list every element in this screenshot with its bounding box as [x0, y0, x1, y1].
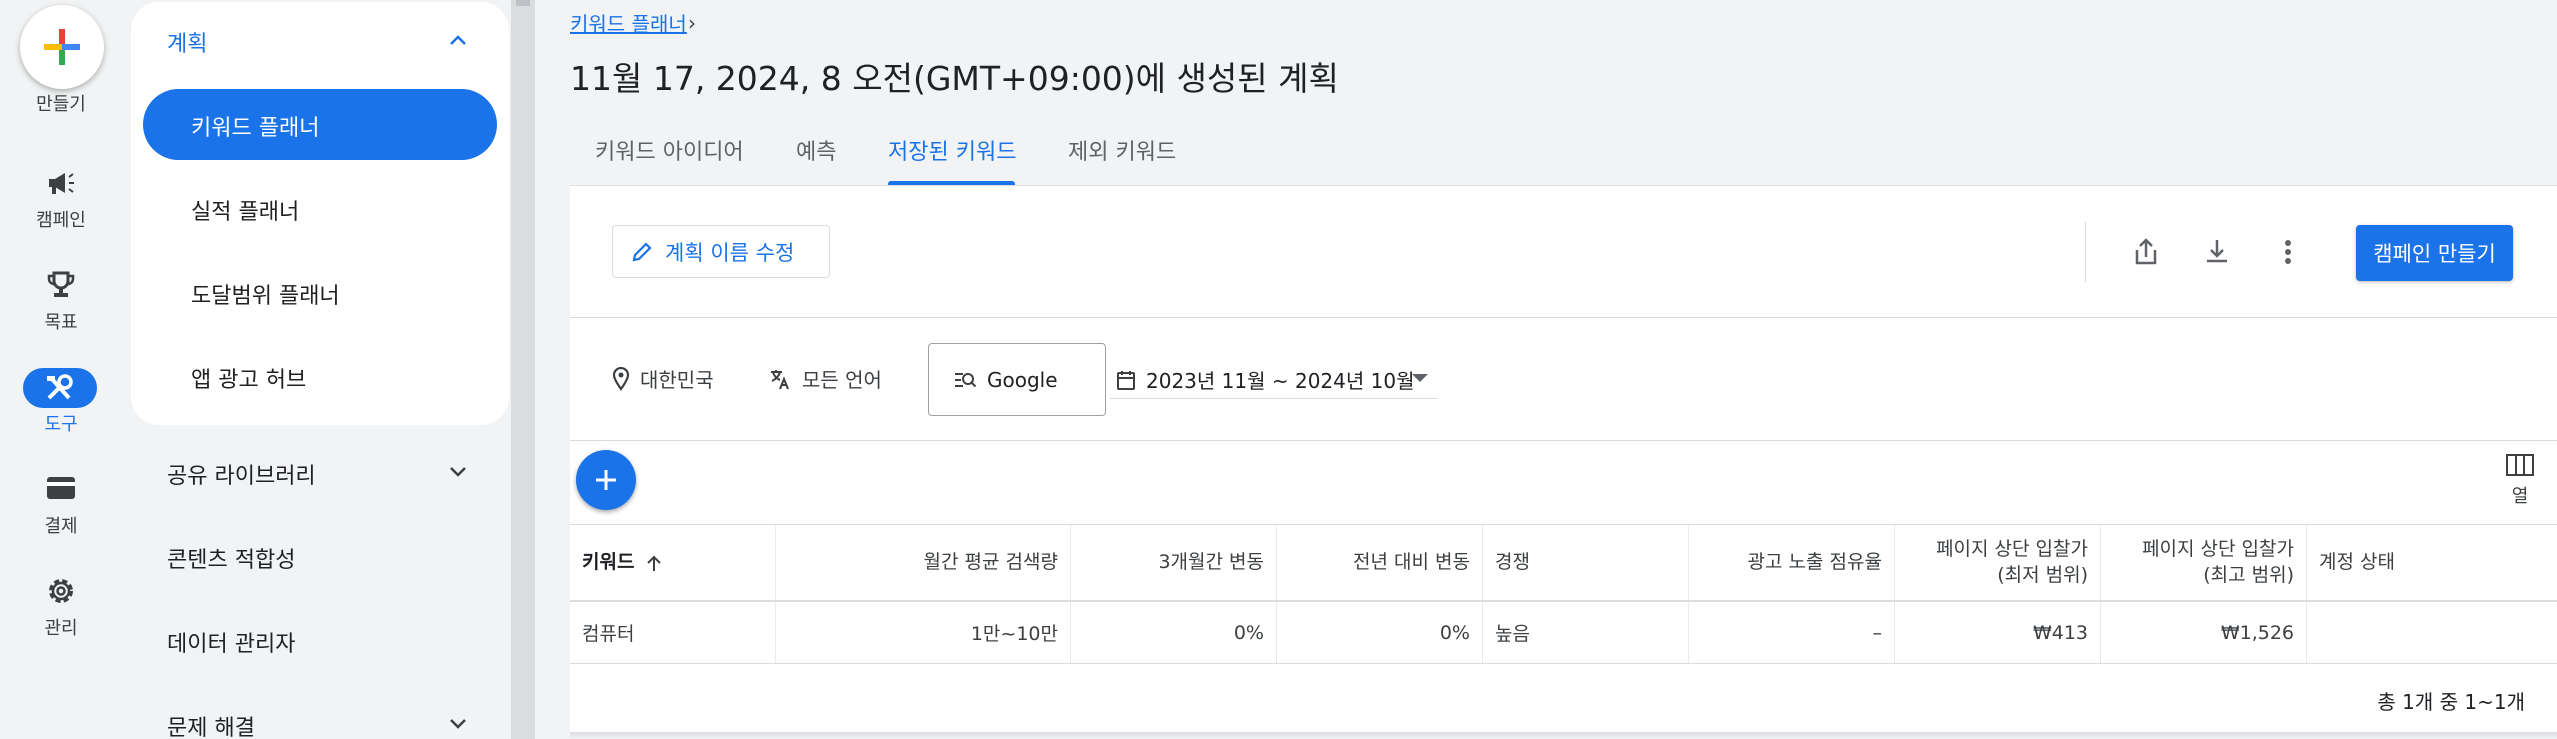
subnav-item-performance-planner[interactable]: 실적 플래너 [191, 194, 299, 226]
chevron-up-icon[interactable] [446, 28, 470, 52]
tab-saved-keywords[interactable]: 저장된 키워드 [888, 134, 1016, 166]
rail-item-tools[interactable]: 도구 [0, 410, 122, 436]
pencil-icon [632, 241, 652, 261]
plus-icon [596, 470, 616, 490]
subnav-section-plan[interactable]: 계획 [167, 26, 207, 58]
header-account-status[interactable]: 계정 상태 [2307, 525, 2557, 600]
search-network-icon [955, 372, 977, 387]
subnav-group-data-manager[interactable]: 데이터 관리자 [167, 626, 295, 658]
search-network-label: Google [987, 367, 1058, 392]
add-keyword-button[interactable] [576, 450, 636, 510]
location-filter[interactable]: 대한민국 [612, 364, 714, 393]
divider [570, 317, 2557, 318]
location-filter-label: 대한민국 [640, 368, 714, 392]
subnav-group-content-suitability[interactable]: 콘텐츠 적합성 [167, 542, 295, 574]
date-range-label: 2023년 11월 ~ 2024년 10월 [1146, 369, 1415, 393]
left-rail: 만들기 캠페인 목표 도구 결제 관리 [0, 0, 122, 739]
create-button[interactable] [20, 5, 104, 89]
plan-panel: 계획 이름 수정 캠페인 만들기 대한민국 모든 언어 Google 2023년… [570, 186, 2557, 739]
tab-forecast[interactable]: 예측 [796, 134, 836, 166]
subnav-scroll-thumb[interactable] [516, 0, 530, 6]
translate-icon [771, 369, 789, 389]
panel-bottom-edge [570, 732, 2557, 739]
language-filter-label: 모든 언어 [802, 368, 882, 392]
subnav-scrollbar[interactable] [511, 0, 535, 739]
cell-competition: 높음 [1483, 602, 1689, 663]
cell-ad-impression-share: – [1689, 602, 1895, 663]
megaphone-icon[interactable] [41, 163, 81, 203]
language-filter[interactable]: 모든 언어 [768, 364, 882, 393]
tab-negative-keywords[interactable]: 제외 키워드 [1068, 134, 1176, 166]
table-row[interactable]: 컴퓨터 1만~10만 0% 0% 높음 – ₩413 ₩1,526 [570, 602, 2557, 664]
subnav-item-label: 키워드 플래너 [191, 116, 320, 141]
cell-yoy-change: 0% [1277, 602, 1483, 663]
columns-label: 열 [2511, 486, 2529, 507]
header-competition[interactable]: 경쟁 [1483, 525, 1689, 600]
create-label: 만들기 [36, 94, 86, 115]
header-keyword-label: 키워드 [582, 550, 635, 573]
subnav-card [131, 2, 509, 425]
rail-item-goals[interactable]: 목표 [0, 308, 122, 334]
rail-item-campaign[interactable]: 캠페인 [0, 206, 122, 232]
create-campaign-button[interactable]: 캠페인 만들기 [2356, 225, 2513, 281]
header-avg-monthly-searches[interactable]: 월간 평균 검색량 [776, 525, 1071, 600]
header-ad-impression-share[interactable]: 광고 노출 점유율 [1689, 525, 1895, 600]
share-button[interactable] [2122, 228, 2170, 276]
header-top-bid-low[interactable]: 페이지 상단 입찰가 (최저 범위) [1895, 525, 2101, 600]
gear-icon[interactable] [41, 571, 81, 611]
breadcrumb[interactable]: 키워드 플래너 [570, 8, 687, 37]
date-range-filter[interactable]: 2023년 11월 ~ 2024년 10월 [1110, 361, 1438, 399]
table-header: 키워드 월간 평균 검색량 3개월간 변동 전년 대비 변동 경쟁 광고 노출 … [570, 524, 2557, 602]
arrow-up-icon [647, 555, 662, 571]
calendar-icon [1117, 370, 1135, 390]
columns-button[interactable]: 열 [2500, 454, 2540, 508]
main-content: 키워드 플래너 › 11월 17, 2024, 8 오전(GMT+09:00)에… [570, 0, 2557, 739]
columns-icon [2506, 454, 2534, 476]
caret-down-icon [1412, 374, 1428, 382]
header-keyword[interactable]: 키워드 [570, 525, 776, 600]
chevron-down-icon[interactable] [446, 460, 470, 484]
more-options-button[interactable] [2264, 228, 2312, 276]
more-vert-icon [2285, 240, 2291, 264]
cell-three-month-change: 0% [1071, 602, 1277, 663]
header-top-bid-high[interactable]: 페이지 상단 입찰가 (최고 범위) [2101, 525, 2307, 600]
chevron-down-icon[interactable] [446, 712, 470, 736]
header-three-month-change[interactable]: 3개월간 변동 [1071, 525, 1277, 600]
subnav-group-troubleshooting[interactable]: 문제 해결 [167, 710, 255, 739]
cell-account-status [2307, 602, 2557, 663]
header-yoy-change[interactable]: 전년 대비 변동 [1277, 525, 1483, 600]
rail-item-admin[interactable]: 관리 [0, 614, 122, 640]
download-button[interactable] [2193, 228, 2241, 276]
pagination-summary: 총 1개 중 1~1개 [2377, 690, 2525, 714]
cell-top-bid-high: ₩1,526 [2101, 602, 2307, 663]
search-network-filter[interactable]: Google [928, 343, 1106, 416]
chevron-right-icon: › [688, 11, 696, 35]
tab-keyword-ideas[interactable]: 키워드 아이디어 [595, 134, 744, 166]
rail-item-billing[interactable]: 결제 [0, 512, 122, 538]
credit-card-icon[interactable] [41, 468, 81, 508]
subnav-item-reach-planner[interactable]: 도달범위 플래너 [191, 278, 340, 310]
page-title: 11월 17, 2024, 8 오전(GMT+09:00)에 생성된 계획 [570, 59, 1339, 98]
trophy-icon[interactable] [41, 265, 81, 305]
subnav-group-shared-library[interactable]: 공유 라이브러리 [167, 458, 316, 490]
edit-plan-name-button[interactable]: 계획 이름 수정 [612, 225, 830, 278]
share-icon [2135, 238, 2157, 265]
location-pin-icon [612, 366, 630, 391]
divider [570, 440, 2557, 441]
tools-icon[interactable] [23, 368, 97, 408]
active-tab-indicator [888, 181, 1015, 185]
tab-bar: 키워드 아이디어 예측 저장된 키워드 제외 키워드 [570, 126, 2557, 186]
download-icon [2207, 240, 2227, 263]
plus-multicolor-icon [44, 29, 80, 65]
cell-top-bid-low: ₩413 [1895, 602, 2101, 663]
cell-avg-monthly-searches: 1만~10만 [776, 602, 1071, 663]
edit-plan-name-label: 계획 이름 수정 [665, 240, 795, 265]
cell-keyword[interactable]: 컴퓨터 [570, 602, 776, 663]
toolbar-divider [2085, 222, 2086, 282]
subnav-item-app-ads-hub[interactable]: 앱 광고 허브 [191, 362, 306, 394]
